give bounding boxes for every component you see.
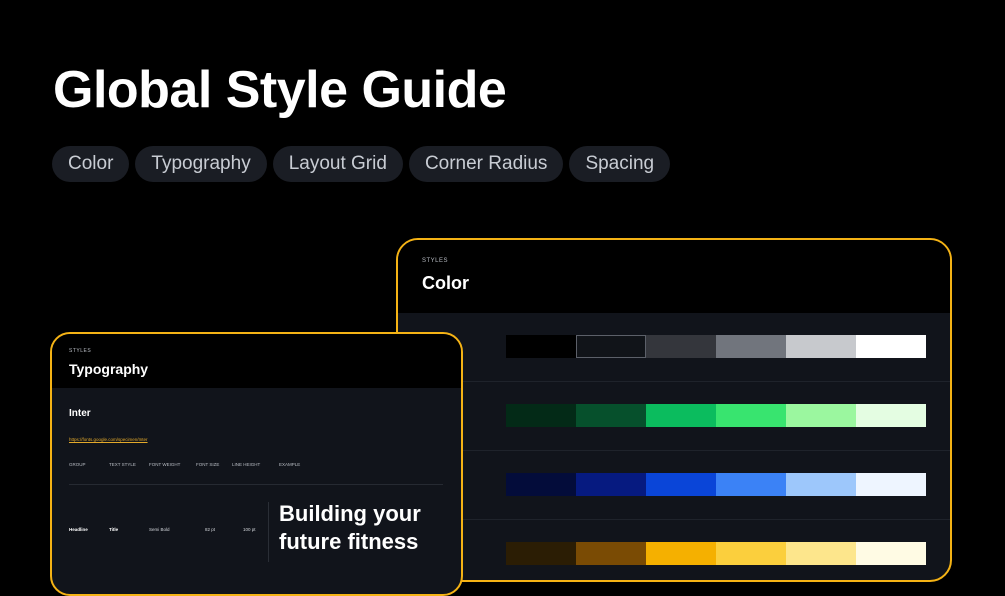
column-header-example: EXAMPLE — [279, 462, 301, 467]
cell-line-height: 100 pt — [243, 527, 256, 532]
color-swatch[interactable] — [856, 473, 926, 496]
cell-example-text: Building your future fitness — [279, 501, 421, 554]
color-swatch[interactable] — [786, 404, 856, 427]
tab-typography[interactable]: Typography — [135, 146, 267, 182]
cell-font-size: 82 pt — [205, 527, 216, 532]
column-header-line-height: LINE HEIGHT — [232, 462, 261, 467]
typography-card-title: Typography — [69, 361, 149, 377]
color-swatch[interactable] — [576, 473, 646, 496]
color-swatch[interactable] — [506, 335, 576, 358]
column-header-group: GROUP — [69, 462, 86, 467]
tab-color[interactable]: Color — [52, 146, 130, 182]
color-swatch[interactable] — [646, 542, 716, 565]
color-swatch[interactable] — [856, 404, 926, 427]
color-card-eyebrow: STYLES — [422, 258, 449, 264]
color-swatch[interactable] — [576, 404, 646, 427]
color-swatch[interactable] — [646, 335, 716, 358]
color-swatch[interactable] — [856, 542, 926, 565]
typography-card-eyebrow: STYLES — [69, 348, 92, 354]
cell-text-style: Title — [109, 527, 119, 532]
color-swatch[interactable] — [716, 473, 786, 496]
color-styles-card[interactable]: STYLES Color — [396, 238, 952, 582]
color-swatch[interactable] — [646, 473, 716, 496]
color-swatch[interactable] — [716, 335, 786, 358]
color-swatch[interactable] — [786, 335, 856, 358]
font-specimen-link[interactable]: https://fonts.google.com/specimen/Inter — [69, 437, 148, 442]
palette-row-neutral — [398, 313, 950, 382]
palette-row-blue — [398, 451, 950, 520]
page-title: Global Style Guide — [53, 61, 507, 119]
color-swatch[interactable] — [646, 404, 716, 427]
color-swatch[interactable] — [786, 473, 856, 496]
color-card-title: Color — [422, 273, 469, 293]
color-swatch[interactable] — [506, 542, 576, 565]
color-swatch[interactable] — [506, 473, 576, 496]
cell-group: Headline — [69, 527, 88, 532]
column-header-font-size: FONT SIZE — [196, 462, 220, 467]
table-divider — [69, 484, 443, 485]
tab-spacing[interactable]: Spacing — [569, 146, 671, 182]
typography-styles-card[interactable]: STYLES Typography Inter https://fonts.go… — [50, 332, 463, 596]
example-divider — [268, 502, 269, 562]
color-swatch[interactable] — [716, 542, 786, 565]
color-swatch[interactable] — [786, 542, 856, 565]
tab-layout-grid[interactable]: Layout Grid — [272, 146, 403, 182]
category-tabs: Color Typography Layout Grid Corner Radi… — [52, 146, 671, 182]
color-swatch[interactable] — [576, 542, 646, 565]
column-header-text-style: TEXT STYLE — [109, 462, 136, 467]
color-swatch[interactable] — [856, 335, 926, 358]
font-family-name: Inter — [69, 408, 91, 419]
color-swatch[interactable] — [576, 335, 646, 358]
color-swatch[interactable] — [506, 404, 576, 427]
typography-card-header: STYLES Typography — [52, 334, 461, 388]
tab-corner-radius[interactable]: Corner Radius — [408, 146, 564, 182]
palette-row-green — [398, 382, 950, 451]
color-swatch[interactable] — [716, 404, 786, 427]
color-card-header: STYLES Color — [398, 240, 950, 313]
column-header-font-weight: FONT WEIGHT — [149, 462, 181, 467]
palette-row-yellow — [398, 520, 950, 580]
cell-font-weight: Semi Bold — [149, 527, 170, 532]
